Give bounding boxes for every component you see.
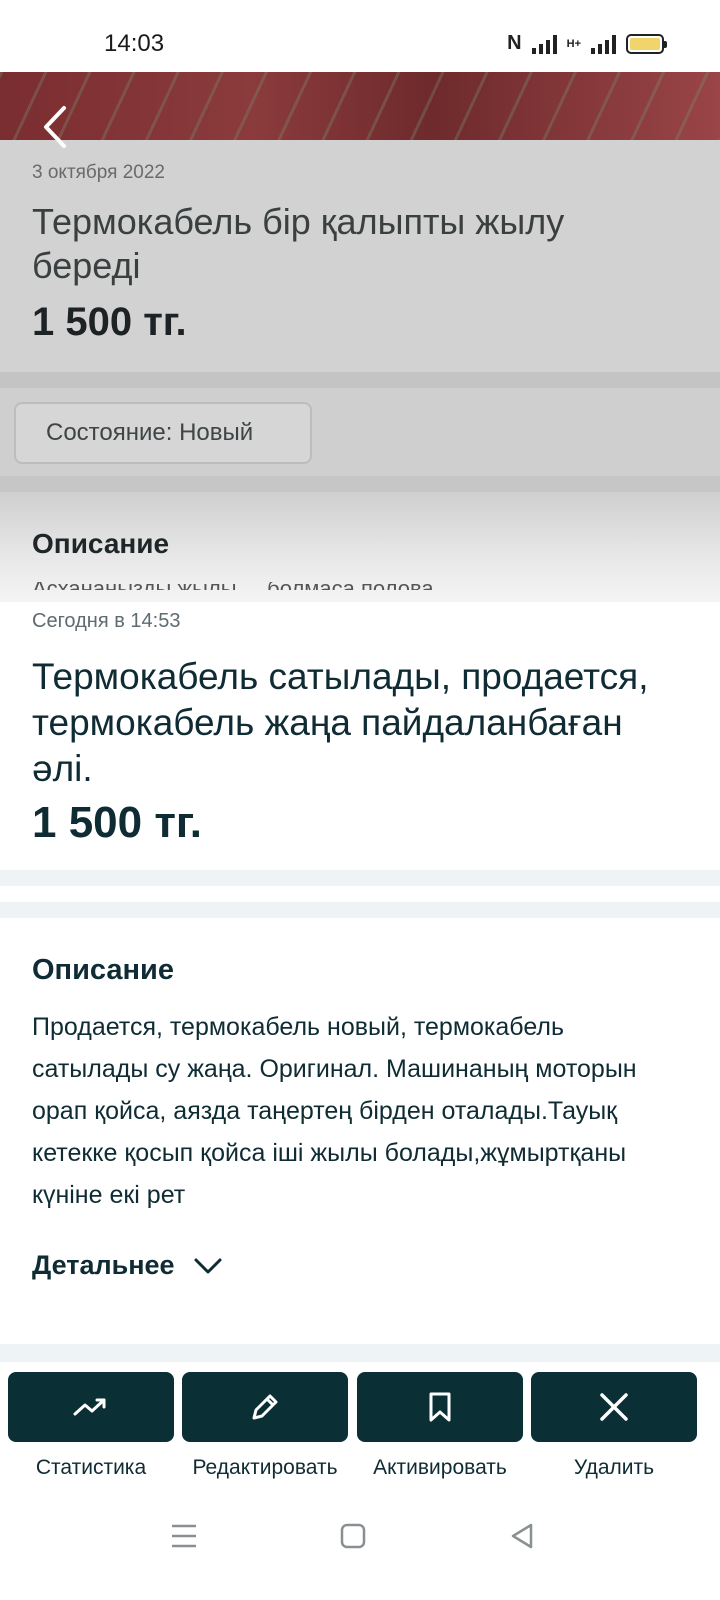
back-button[interactable] xyxy=(36,102,76,152)
edit-label: Редактировать xyxy=(192,1456,338,1479)
separator xyxy=(0,902,720,918)
background-description-cut: Асхананызды жылы ... болмаса полова xyxy=(32,582,652,590)
home-square-icon xyxy=(340,1523,366,1549)
delete-button[interactable] xyxy=(531,1372,697,1442)
battery-icon xyxy=(626,33,667,54)
statistics-action: Статистика xyxy=(8,1372,174,1480)
status-time: 14:03 xyxy=(104,30,165,57)
listing-price: 1 500 тг. xyxy=(32,798,203,847)
delete-label: Удалить xyxy=(573,1456,655,1479)
listing-date: Сегодня в 14:53 xyxy=(32,610,181,632)
background-separator xyxy=(0,372,720,388)
statistics-button[interactable] xyxy=(8,1372,174,1442)
details-toggle[interactable]: Детальнее xyxy=(32,1250,223,1281)
signal-h-plus-icon: H+ xyxy=(566,37,581,50)
system-back-button[interactable] xyxy=(498,1512,546,1560)
statistics-label: Статистика xyxy=(35,1456,147,1479)
edit-button[interactable] xyxy=(182,1372,348,1442)
nfc-icon: N xyxy=(507,32,522,54)
listing-title: Термокабель сатылады, продается, термока… xyxy=(32,656,649,789)
chevron-left-icon xyxy=(44,106,66,148)
system-nav-bar xyxy=(0,1502,720,1600)
signal-2-icon xyxy=(591,34,616,54)
background-date: 3 октября 2022 xyxy=(32,162,165,183)
description-heading: Описание xyxy=(32,954,174,986)
background-title: Термокабель бір қалыпты жылу береді xyxy=(32,201,565,286)
menu-icon xyxy=(172,1524,196,1548)
action-bar: Статистика Редактировать Активировать Уд… xyxy=(0,1362,720,1502)
separator xyxy=(0,1344,720,1362)
background-separator-2 xyxy=(0,476,720,492)
background-photo xyxy=(0,72,720,140)
home-button[interactable] xyxy=(329,1512,377,1560)
battery-level xyxy=(630,37,660,50)
description-text: Продается, термокабель новый, термокабел… xyxy=(32,1013,637,1209)
trend-up-icon xyxy=(73,1398,106,1416)
bookmark-icon xyxy=(429,1392,451,1422)
delete-action: Удалить xyxy=(531,1372,697,1480)
background-description-heading: Описание xyxy=(32,528,170,559)
edit-action: Редактировать xyxy=(182,1372,348,1480)
chevron-down-icon xyxy=(194,1258,222,1273)
activate-label: Активировать xyxy=(373,1456,507,1479)
recents-button[interactable] xyxy=(160,1512,208,1560)
close-icon xyxy=(600,1393,628,1421)
details-label: Детальнее xyxy=(32,1250,175,1280)
back-triangle-icon xyxy=(511,1523,533,1549)
pencil-icon xyxy=(252,1394,278,1420)
separator xyxy=(0,870,720,886)
signal-icon xyxy=(531,34,557,54)
activate-action: Активировать xyxy=(357,1372,523,1480)
condition-chip: Состояние: Новый xyxy=(14,402,312,464)
background-listing-screen: 3 октября 2022 Термокабель бір қалыпты ж… xyxy=(0,72,720,602)
background-price: 1 500 тг. xyxy=(32,300,187,344)
status-icons: N H+ xyxy=(507,32,667,55)
status-bar: 14:03 N H+ xyxy=(0,0,720,72)
activate-button[interactable] xyxy=(357,1372,523,1442)
